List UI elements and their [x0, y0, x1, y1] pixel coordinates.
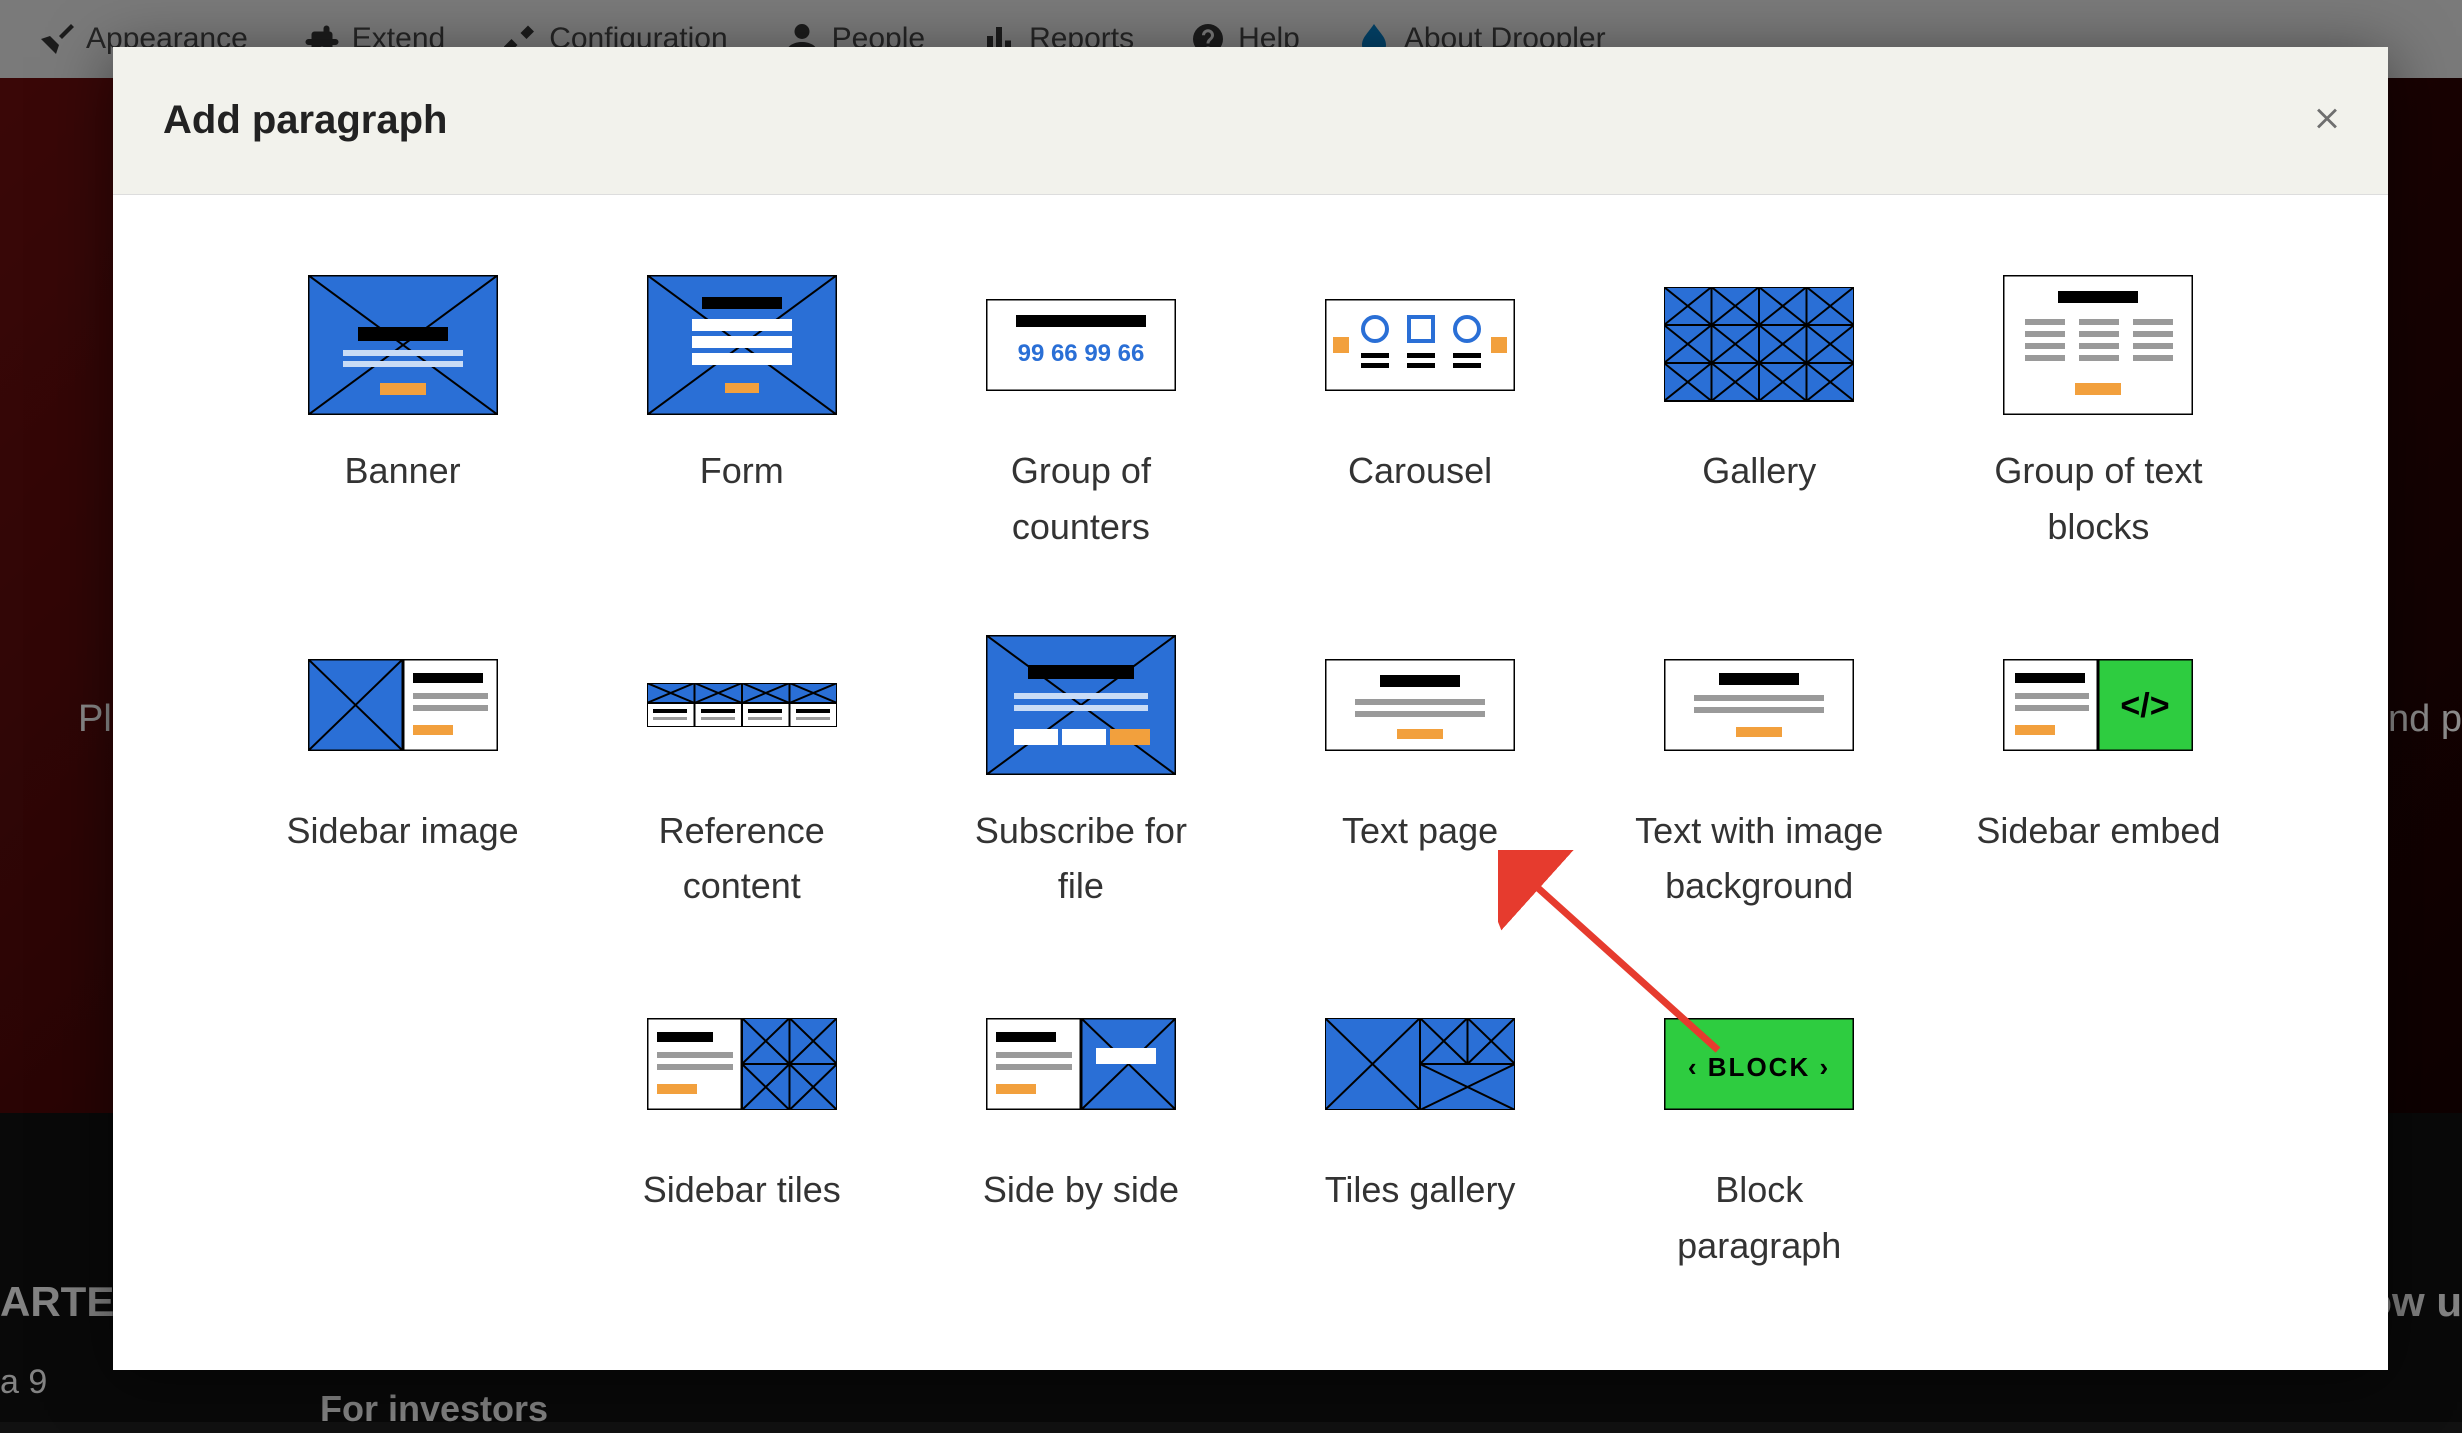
- tiles-gallery-thumb-icon: [1325, 1018, 1515, 1110]
- thumb-wrap: [308, 275, 498, 415]
- paragraph-label: Text page: [1342, 803, 1498, 859]
- paragraph-label: Subscribe for file: [951, 803, 1211, 915]
- thumb-wrap: [308, 635, 498, 775]
- paragraph-label: Sidebar embed: [1976, 803, 2220, 859]
- paragraph-label: Reference content: [612, 803, 872, 915]
- thumb-wrap: [1325, 994, 1515, 1134]
- thumb-wrap: ‹ BLOCK ›: [1664, 994, 1854, 1134]
- text-page-thumb-icon: [1325, 659, 1515, 751]
- dialog-header: Add paragraph: [113, 47, 2388, 195]
- paragraph-label: Sidebar image: [287, 803, 519, 859]
- paragraph-label: Text with image background: [1629, 803, 1889, 915]
- group-of-text-blocks-thumb-icon: [2003, 275, 2193, 415]
- paragraph-option-carousel[interactable]: Carousel: [1250, 275, 1589, 555]
- thumb-wrap: [986, 635, 1176, 775]
- dialog-title: Add paragraph: [163, 98, 447, 143]
- block-paragraph-thumb-icon: ‹ BLOCK ›: [1664, 1018, 1854, 1110]
- thumb-wrap: [1325, 635, 1515, 775]
- paragraph-option-sidebar-image[interactable]: Sidebar image: [233, 635, 572, 915]
- thumb-wrap: [647, 635, 837, 775]
- svg-text:‹ BLOCK ›: ‹ BLOCK ›: [1688, 1052, 1830, 1082]
- counters-text: 99 66 99 66: [1018, 340, 1145, 367]
- paragraph-option-banner[interactable]: Banner: [233, 275, 572, 555]
- paragraph-option-block-paragraph[interactable]: ‹ BLOCK › Block paragraph: [1590, 994, 1929, 1274]
- paragraph-label: Sidebar tiles: [643, 1162, 841, 1218]
- block-text: BLOCK: [1708, 1052, 1810, 1082]
- paragraph-option-group-of-text-blocks[interactable]: Group of text blocks: [1929, 275, 2268, 555]
- thumb-wrap: [1664, 275, 1854, 415]
- side-by-side-thumb-icon: [986, 1018, 1176, 1110]
- paragraph-label: Group of text blocks: [1968, 443, 2228, 555]
- banner-thumb-icon: [308, 275, 498, 415]
- paragraph-label: Carousel: [1348, 443, 1492, 499]
- thumb-wrap: [986, 994, 1176, 1134]
- thumb-wrap: [1325, 275, 1515, 415]
- paragraph-option-tiles-gallery[interactable]: Tiles gallery: [1250, 994, 1589, 1274]
- paragraph-label: Form: [700, 443, 784, 499]
- paragraph-option-text-with-image-background[interactable]: Text with image background: [1590, 635, 1929, 915]
- thumb-wrap: [2003, 275, 2193, 415]
- paragraph-option-subscribe-for-file[interactable]: Subscribe for file: [911, 635, 1250, 915]
- reference-content-thumb-icon: [647, 683, 837, 727]
- paragraph-label: Side by side: [983, 1162, 1179, 1218]
- dialog-body[interactable]: Banner Form: [113, 195, 2388, 1370]
- thumb-wrap: [1664, 635, 1854, 775]
- sidebar-embed-thumb-icon: </>: [2003, 659, 2193, 751]
- gallery-thumb-icon: [1664, 287, 1854, 403]
- thumb-wrap: </>: [2003, 635, 2193, 775]
- thumb-wrap: [647, 994, 837, 1134]
- svg-text:</>: </>: [2121, 687, 2170, 725]
- paragraph-option-sidebar-tiles[interactable]: Sidebar tiles: [572, 994, 911, 1274]
- text-with-image-background-thumb-icon: [1664, 659, 1854, 751]
- add-paragraph-dialog: Add paragraph Banner: [113, 47, 2388, 1370]
- paragraph-option-sidebar-embed[interactable]: </> Sidebar embed: [1929, 635, 2268, 915]
- thumb-wrap: 99 66 99 66: [986, 275, 1176, 415]
- paragraph-label: Group of counters: [951, 443, 1211, 555]
- paragraph-option-text-page[interactable]: Text page: [1250, 635, 1589, 915]
- subscribe-for-file-thumb-icon: [986, 635, 1176, 775]
- sidebar-tiles-thumb-icon: [647, 1018, 837, 1110]
- group-of-counters-thumb-icon: 99 66 99 66: [986, 299, 1176, 391]
- paragraph-option-form[interactable]: Form: [572, 275, 911, 555]
- close-button[interactable]: [2310, 101, 2344, 140]
- close-icon: [2310, 101, 2344, 135]
- sidebar-image-thumb-icon: [308, 659, 498, 751]
- paragraph-grid: Banner Form: [233, 275, 2268, 1274]
- paragraph-label: Tiles gallery: [1325, 1162, 1516, 1218]
- thumb-wrap: [647, 275, 837, 415]
- paragraph-label: Gallery: [1702, 443, 1816, 499]
- carousel-thumb-icon: [1325, 299, 1515, 391]
- paragraph-label: Block paragraph: [1629, 1162, 1889, 1274]
- paragraph-option-side-by-side[interactable]: Side by side: [911, 994, 1250, 1274]
- paragraph-option-reference-content[interactable]: Reference content: [572, 635, 911, 915]
- paragraph-option-gallery[interactable]: Gallery: [1590, 275, 1929, 555]
- paragraph-label: Banner: [345, 443, 461, 499]
- form-thumb-icon: [647, 275, 837, 415]
- paragraph-option-group-of-counters[interactable]: 99 66 99 66 Group of counters: [911, 275, 1250, 555]
